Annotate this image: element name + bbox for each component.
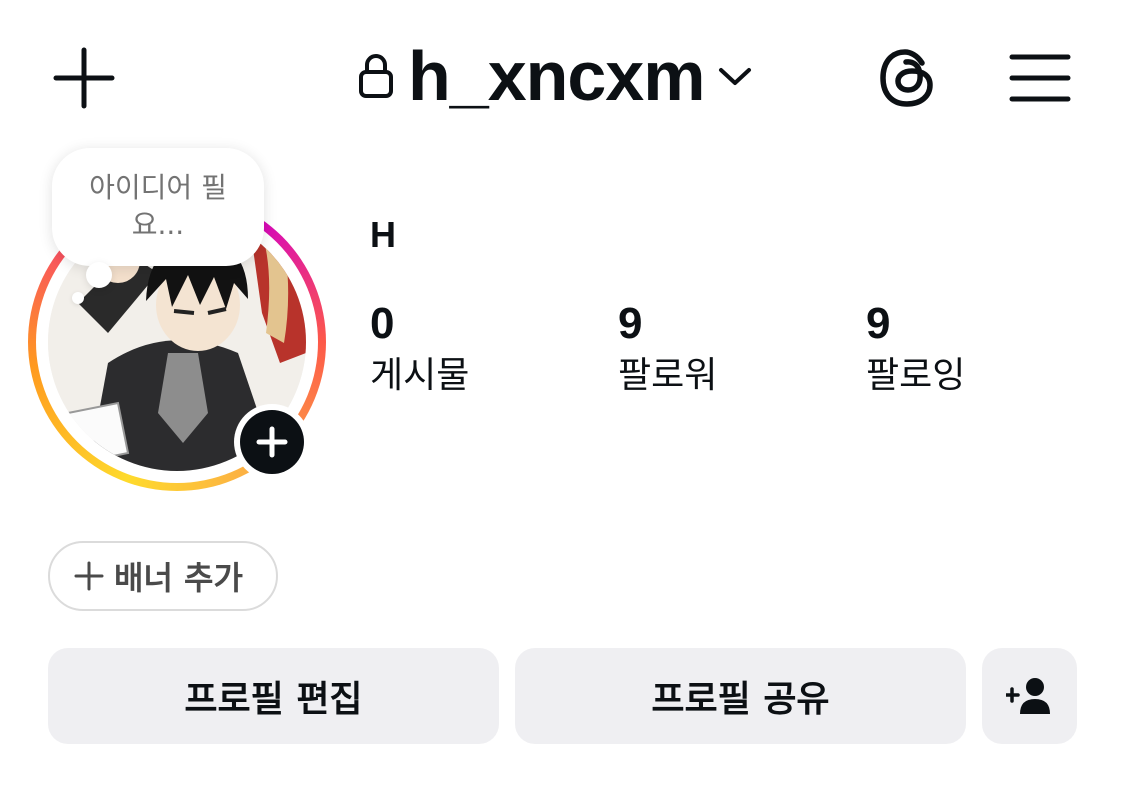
- share-profile-label: 프로필 공유: [651, 679, 830, 720]
- account-switcher[interactable]: h_xncxm: [358, 36, 752, 116]
- stat-posts[interactable]: 0 게시물: [370, 296, 469, 400]
- display-name: H: [370, 214, 396, 255]
- stat-count: 9: [618, 299, 643, 348]
- stat-label: 팔로워: [618, 355, 718, 396]
- profile-page: h_xncxm 아이디어 필 요... H 0 게시물 9 팔로워 9 팔로잉 …: [0, 0, 1125, 804]
- note-text-line1: 아이디어 필: [89, 171, 227, 205]
- create-new-button[interactable]: [48, 42, 120, 114]
- note-tail-small: [72, 292, 84, 304]
- add-banner-button[interactable]: 배너 추가: [48, 541, 278, 611]
- menu-button[interactable]: [1004, 42, 1076, 114]
- edit-profile-label: 프로필 편집: [184, 679, 363, 720]
- threads-icon: [880, 49, 933, 107]
- add-banner-label: 배너 추가: [114, 559, 243, 597]
- add-story-icon: [256, 426, 288, 458]
- stat-following[interactable]: 9 팔로잉: [866, 296, 965, 400]
- hamburger-menu-icon: [1009, 54, 1071, 102]
- plus-icon: [53, 47, 115, 109]
- note-tail: [86, 262, 112, 288]
- edit-profile-button[interactable]: 프로필 편집: [48, 648, 499, 744]
- discover-people-button[interactable]: [982, 648, 1077, 744]
- note-bubble[interactable]: 아이디어 필 요...: [52, 148, 264, 266]
- username: h_xncxm: [408, 37, 705, 115]
- stat-followers[interactable]: 9 팔로워: [618, 296, 717, 400]
- share-profile-button[interactable]: 프로필 공유: [515, 648, 966, 744]
- plus-icon: [74, 561, 104, 591]
- stat-count: 9: [866, 299, 891, 348]
- note-text-line2: 요...: [131, 208, 185, 241]
- add-person-icon: [1005, 678, 1050, 714]
- lock-icon: [359, 54, 393, 98]
- add-story-button[interactable]: [234, 404, 310, 480]
- threads-button[interactable]: [872, 42, 944, 114]
- stat-label: 팔로잉: [866, 355, 966, 396]
- chevron-down-icon: [719, 68, 752, 85]
- stat-label: 게시물: [370, 355, 470, 396]
- stat-count: 0: [370, 299, 395, 348]
